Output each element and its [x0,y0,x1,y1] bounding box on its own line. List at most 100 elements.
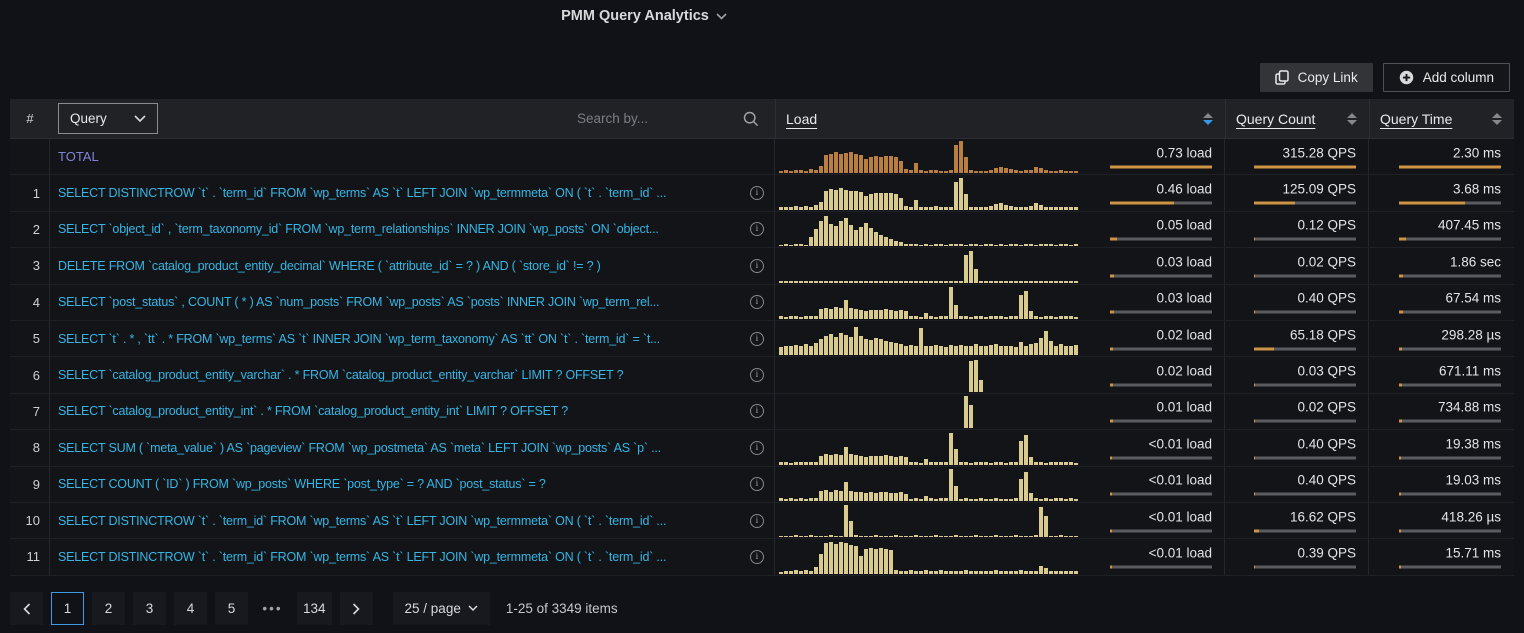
dashboard-title[interactable]: PMM Query Analytics [0,5,1288,27]
sparkline-bar [989,316,993,319]
info-icon[interactable]: i [750,477,764,491]
sparkline-bar [894,281,898,283]
page-button-5[interactable]: 5 [215,592,248,625]
query-link[interactable]: SELECT DISTINCTROW `t` . `term_id` FROM … [58,514,666,528]
query-link[interactable]: SELECT `t` . * , `tt` . * FROM `wp_terms… [58,332,660,346]
sparkline-bar [844,300,848,319]
column-header-query-count[interactable]: Query Count [1225,99,1369,138]
sparkline-bar [994,570,998,574]
info-icon[interactable]: i [750,368,764,382]
sparkline-bar [1024,571,1028,574]
info-icon[interactable]: i [750,186,764,200]
sparkline-bar [1049,571,1053,574]
sparkline-bar [1024,244,1028,246]
sort-icon-query-count[interactable] [1347,113,1357,125]
sparkline-bar [834,454,838,465]
sparkline-bar [859,536,863,538]
info-icon[interactable]: i [750,295,764,309]
query-link[interactable]: SELECT COUNT ( `ID` ) FROM `wp_posts` WH… [58,477,546,491]
info-icon[interactable]: i [750,441,764,455]
info-icon[interactable]: i [750,404,764,418]
page-button-2[interactable]: 2 [92,592,125,625]
sparkline-bar [909,462,913,465]
query-count-cell: 0.02 QPS [1224,394,1368,429]
sparkline-bar [1034,343,1038,355]
sparkline-bar [934,281,938,282]
query-link[interactable]: SELECT `post_status` , COUNT ( * ) AS `n… [58,295,659,309]
sparkline-bar [859,492,863,501]
sparkline-bar [844,153,848,173]
add-column-button[interactable]: Add column [1383,63,1510,92]
query-count-cell: 0.02 QPS [1224,248,1368,283]
query-link[interactable]: DELETE FROM `catalog_product_entity_deci… [58,259,601,273]
sparkline-bar [869,310,873,319]
copy-link-button[interactable]: Copy Link [1260,63,1373,92]
page-button-1[interactable]: 1 [51,592,84,625]
query-link[interactable]: SELECT DISTINCTROW `t` . `term_id` FROM … [58,550,666,564]
sparkline-bar [969,361,973,391]
info-icon[interactable]: i [750,550,764,564]
info-icon[interactable]: i [750,332,764,346]
sparkline-bar [819,309,823,319]
sparkline-bar [1069,462,1073,465]
sparkline-bar [954,449,958,464]
query-link[interactable]: TOTAL [58,149,99,164]
chevron-down-icon [134,115,146,123]
sparkline-bar [959,281,963,282]
query-analytics-table: # Query Load [10,99,1514,576]
search-input[interactable] [577,111,735,126]
sparkline-bar [1054,498,1058,501]
chevron-down-icon [468,605,478,612]
info-icon[interactable]: i [750,514,764,528]
column-header-query-time[interactable]: Query Time [1369,99,1514,138]
query-link[interactable]: SELECT `catalog_product_entity_varchar` … [58,368,623,382]
load-value: 0.46 load [1110,182,1212,197]
query-time-progress-bar [1399,456,1501,459]
query-count-value: 16.62 QPS [1254,509,1356,524]
query-time-progress-bar [1399,238,1501,241]
sparkline-bar [929,281,933,282]
info-icon[interactable]: i [750,259,764,273]
next-page-button[interactable] [340,592,373,625]
sparkline-bar [1044,516,1048,538]
sparkline-bar [864,339,868,356]
sort-icon-load[interactable] [1203,113,1213,125]
sparkline-bar [914,244,918,246]
column-header-load[interactable]: Load [775,99,1225,138]
sparkline-bar [859,155,863,173]
sparkline-bar [1024,472,1028,501]
info-icon[interactable]: i [750,222,764,236]
sort-icon-query-time[interactable] [1492,113,1502,125]
query-link[interactable]: SELECT SUM ( `meta_value` ) AS `pageview… [58,441,661,455]
sparkline-bar [1044,331,1048,355]
query-count-cell: 0.39 QPS [1224,539,1368,574]
sparkline-bar [844,543,848,574]
sparkline-bar [874,456,878,465]
sparkline-bar [789,346,793,355]
page-size-select[interactable]: 25 / page [393,592,490,625]
query-count-metric: 16.62 QPS [1254,509,1356,532]
row-number: 11 [10,539,50,574]
query-link[interactable]: SELECT `catalog_product_entity_int` . * … [58,404,568,418]
sparkline-bar [984,462,988,465]
query-time-progress-bar [1399,493,1501,496]
query-link[interactable]: SELECT DISTINCTROW `t` . `term_id` FROM … [58,186,666,200]
query-link[interactable]: SELECT `object_id` , `term_taxonomy_id` … [58,222,659,236]
sparkline-bar [989,571,993,574]
page-button-134[interactable]: 134 [297,592,332,625]
sparkline-bar [804,462,808,465]
prev-page-button[interactable] [10,592,43,625]
sparkline-bar [979,207,983,210]
sparkline-bar [999,203,1003,210]
query-dimension-select[interactable]: Query [58,103,158,134]
search-icon[interactable] [743,111,759,127]
sparkline-bar [994,168,998,173]
page-button-3[interactable]: 3 [133,592,166,625]
page-button-4[interactable]: 4 [174,592,207,625]
sparkline-bar [794,345,798,356]
sparkline-bar [819,281,823,283]
sparkline-bar [1014,571,1018,574]
sparkline-bar [1014,207,1018,210]
sparkline-bar [929,462,933,464]
table-body: TOTAL0.73 load315.28 QPS2.30 ms1SELECT D… [10,139,1514,576]
